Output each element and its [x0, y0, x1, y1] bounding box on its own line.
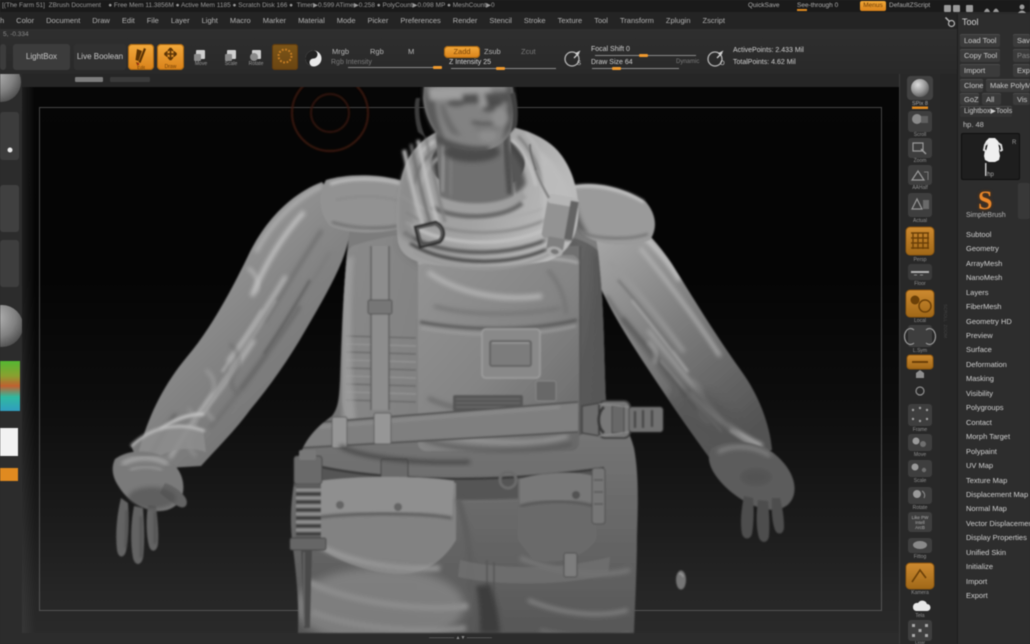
svg-text:O: O: [720, 61, 725, 67]
svg-text:ArcB: ArcB: [915, 525, 925, 530]
svg-text:Scale: Scale: [914, 478, 927, 484]
svg-text:Kamera: Kamera: [911, 590, 929, 596]
svg-text:Local: Local: [914, 318, 926, 324]
svg-text:Tela: Tela: [915, 613, 924, 619]
svg-text:SPix 8: SPix 8: [912, 101, 928, 107]
svg-text:Edit: Edit: [137, 65, 146, 70]
svg-text:Ligar: Ligar: [915, 640, 926, 644]
svg-text:Frame: Frame: [913, 427, 928, 433]
svg-text:L.Sym: L.Sym: [913, 348, 927, 354]
svg-text:Scroll: Scroll: [914, 132, 927, 138]
svg-text:Actual: Actual: [913, 218, 927, 224]
svg-text:Persp: Persp: [913, 257, 926, 263]
svg-text:R: R: [1012, 140, 1017, 146]
svg-text:S: S: [577, 61, 581, 67]
svg-text:Zoom: Zoom: [914, 158, 927, 164]
svg-text:Fittog: Fittog: [914, 554, 927, 560]
svg-text:Draw: Draw: [165, 64, 177, 70]
svg-text:Floor: Floor: [914, 281, 926, 287]
svg-text:Move: Move: [914, 452, 926, 458]
svg-text:AAHalf: AAHalf: [912, 185, 928, 191]
svg-text:Rotate: Rotate: [913, 505, 928, 511]
